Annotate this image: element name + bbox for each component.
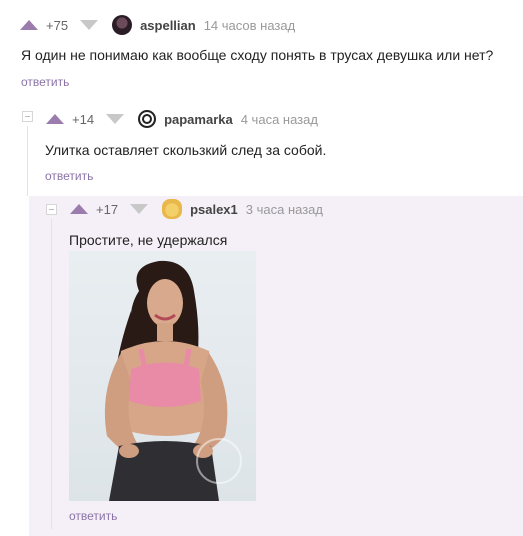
username[interactable]: papamarka bbox=[164, 112, 233, 127]
reply-link[interactable]: ответить bbox=[45, 169, 93, 183]
comment-header: +75 aspellian 14 часов назад bbox=[20, 15, 295, 35]
thread-line bbox=[51, 219, 52, 529]
reply-link[interactable]: ответить bbox=[21, 75, 69, 89]
comment-image[interactable] bbox=[69, 251, 256, 501]
vote-up-icon[interactable] bbox=[46, 114, 64, 124]
avatar[interactable] bbox=[138, 110, 157, 128]
avatar[interactable] bbox=[112, 15, 133, 35]
collapse-icon[interactable] bbox=[22, 111, 33, 122]
vote-up-icon[interactable] bbox=[20, 20, 38, 30]
thread-line bbox=[27, 126, 28, 196]
username[interactable]: aspellian bbox=[140, 18, 196, 33]
collapse-icon[interactable] bbox=[46, 204, 57, 215]
comment-text: Улитка оставляет скользкий след за собой… bbox=[45, 142, 327, 158]
comment-time: 14 часов назад bbox=[203, 17, 296, 33]
avatar[interactable] bbox=[162, 199, 183, 219]
comment-rating: +17 bbox=[96, 201, 119, 217]
username[interactable]: psalex1 bbox=[190, 202, 238, 217]
comment-header: +14 papamarka 4 часа назад bbox=[46, 109, 318, 129]
comment-header: +17 psalex1 3 часа назад bbox=[70, 199, 323, 219]
reply-link[interactable]: ответить bbox=[69, 509, 117, 523]
photo-illustration bbox=[104, 260, 242, 501]
comment-rating: +75 bbox=[46, 17, 69, 33]
comment-time: 4 часа назад bbox=[240, 111, 318, 127]
comment-text: Простите, не удержался bbox=[69, 232, 228, 248]
comment-text: Я один не понимаю как вообще сходу понят… bbox=[21, 47, 494, 63]
vote-up-icon[interactable] bbox=[70, 204, 88, 214]
comment-rating: +14 bbox=[72, 111, 95, 127]
vote-down-icon[interactable] bbox=[80, 20, 99, 30]
vote-down-icon[interactable] bbox=[106, 114, 125, 124]
vote-down-icon[interactable] bbox=[130, 204, 149, 214]
comment-time: 3 часа назад bbox=[245, 201, 323, 217]
